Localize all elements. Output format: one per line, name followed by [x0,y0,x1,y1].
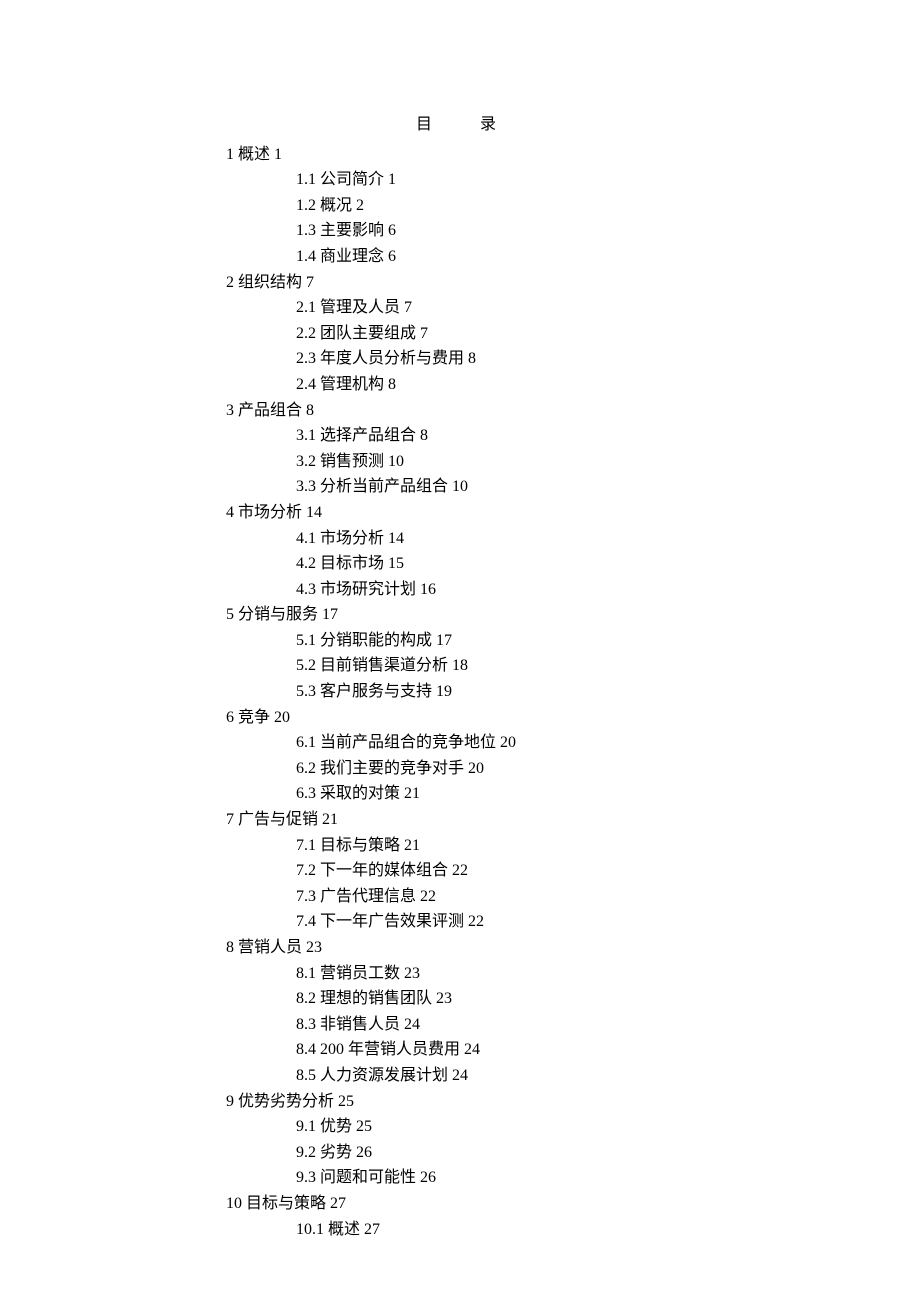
toc-entry-level1: 10 目标与策略 27 [226,1191,920,1217]
toc-entry-level2: 2.4 管理机构 8 [296,372,920,398]
toc-entry-level2: 7.1 目标与策略 21 [296,833,920,859]
toc-entry-level2: 9.2 劣势 26 [296,1140,920,1166]
toc-entry-level1: 8 营销人员 23 [226,935,920,961]
toc-entry-level2: 1.3 主要影响 6 [296,218,920,244]
toc-entry-level2: 8.3 非销售人员 24 [296,1012,920,1038]
toc-entry-level2: 7.3 广告代理信息 22 [296,884,920,910]
toc-entry-level2: 4.3 市场研究计划 16 [296,577,920,603]
toc-entry-level2: 9.1 优势 25 [296,1114,920,1140]
toc-entry-level2: 7.2 下一年的媒体组合 22 [296,858,920,884]
toc-entry-level2: 1.1 公司简介 1 [296,167,920,193]
toc-entry-level2: 2.3 年度人员分析与费用 8 [296,346,920,372]
toc-entry-level2: 9.3 问题和可能性 26 [296,1165,920,1191]
toc-entry-level1: 5 分销与服务 17 [226,602,920,628]
toc-entry-level1: 9 优势劣势分析 25 [226,1089,920,1115]
toc-title: 目录 [416,112,920,138]
toc-entry-level2: 3.2 销售预测 10 [296,449,920,475]
toc-entry-level1: 4 市场分析 14 [226,500,920,526]
toc-entry-level2: 4.2 目标市场 15 [296,551,920,577]
toc-entry-level2: 8.5 人力资源发展计划 24 [296,1063,920,1089]
toc-entry-level2: 8.2 理想的销售团队 23 [296,986,920,1012]
toc-entry-level2: 5.2 目前销售渠道分析 18 [296,653,920,679]
toc-container: 1 概述 11.1 公司简介 11.2 概况 21.3 主要影响 61.4 商业… [226,142,920,1243]
toc-entry-level2: 1.4 商业理念 6 [296,244,920,270]
toc-entry-level2: 8.4 200 年营销人员费用 24 [296,1037,920,1063]
toc-entry-level1: 7 广告与促销 21 [226,807,920,833]
toc-entry-level2: 10.1 概述 27 [296,1217,920,1243]
toc-entry-level2: 7.4 下一年广告效果评测 22 [296,909,920,935]
toc-entry-level1: 6 竞争 20 [226,705,920,731]
toc-entry-level2: 3.3 分析当前产品组合 10 [296,474,920,500]
toc-entry-level2: 5.1 分销职能的构成 17 [296,628,920,654]
toc-entry-level2: 6.3 采取的对策 21 [296,781,920,807]
toc-entry-level2: 2.1 管理及人员 7 [296,295,920,321]
toc-entry-level2: 1.2 概况 2 [296,193,920,219]
toc-entry-level2: 6.2 我们主要的竞争对手 20 [296,756,920,782]
toc-entry-level2: 5.3 客户服务与支持 19 [296,679,920,705]
toc-entry-level2: 6.1 当前产品组合的竞争地位 20 [296,730,920,756]
toc-entry-level1: 2 组织结构 7 [226,270,920,296]
toc-entry-level2: 3.1 选择产品组合 8 [296,423,920,449]
toc-entry-level1: 3 产品组合 8 [226,398,920,424]
toc-entry-level2: 2.2 团队主要组成 7 [296,321,920,347]
toc-entry-level2: 8.1 营销员工数 23 [296,961,920,987]
toc-entry-level2: 4.1 市场分析 14 [296,526,920,552]
toc-entry-level1: 1 概述 1 [226,142,920,168]
